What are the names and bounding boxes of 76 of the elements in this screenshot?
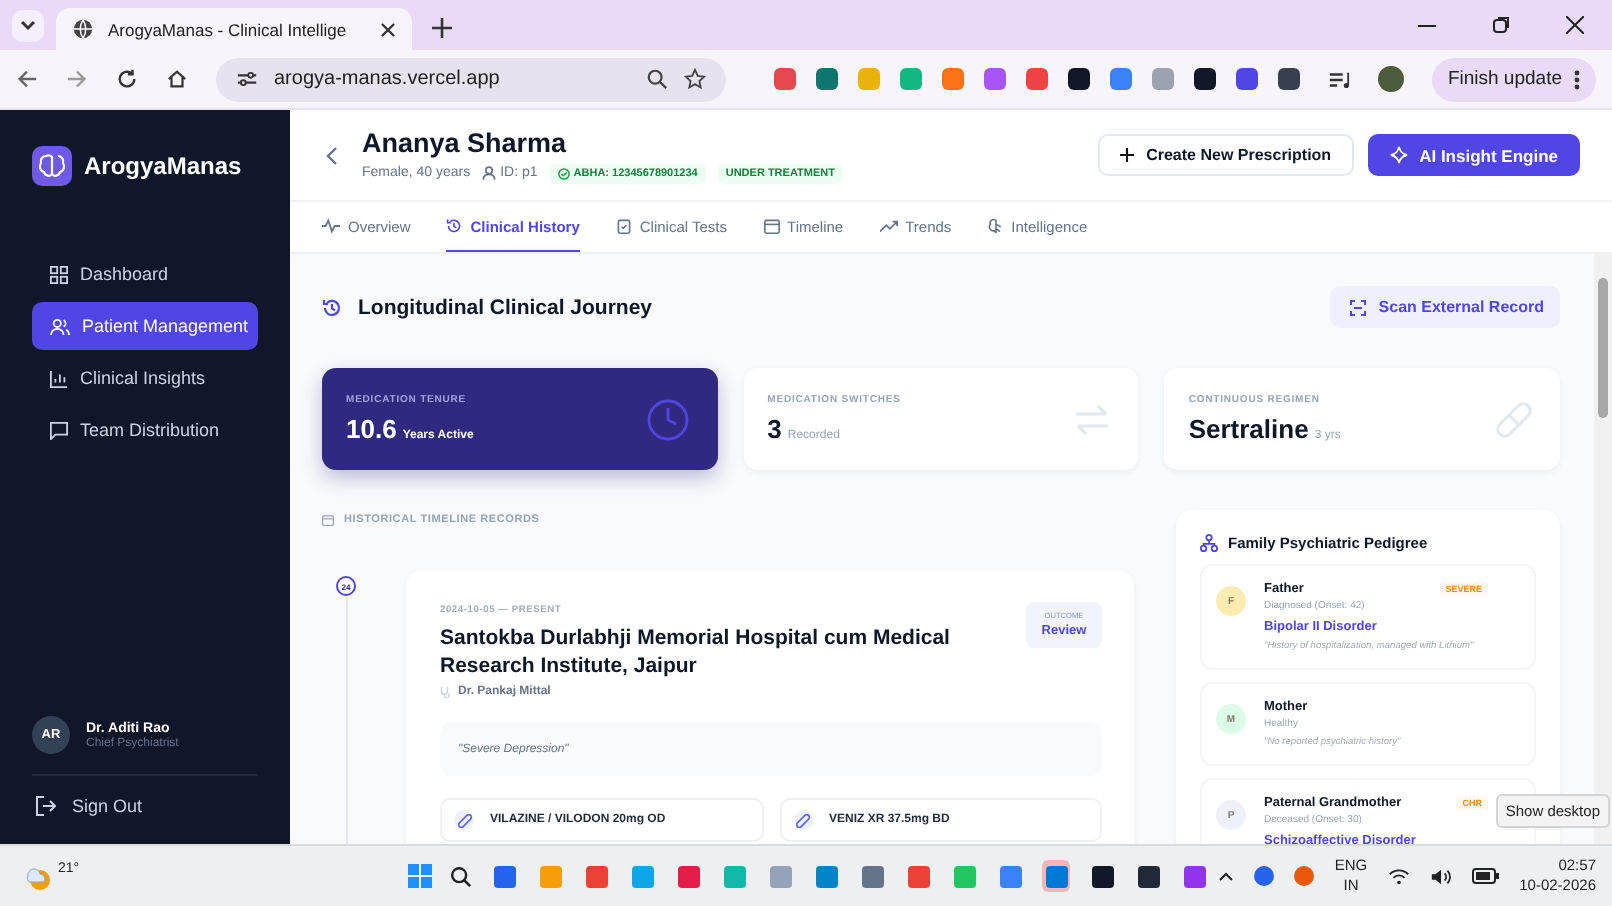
- globe-icon: [72, 18, 94, 40]
- pulse-icon: [322, 218, 340, 234]
- chart-icon: [50, 369, 68, 387]
- history-icon: [322, 297, 342, 317]
- plus-icon: [1120, 148, 1135, 162]
- pill-icon: [454, 810, 474, 830]
- finish-update-button[interactable]: Finish update: [1431, 57, 1596, 101]
- close-icon[interactable]: [380, 21, 396, 37]
- pill-icon: [793, 810, 813, 830]
- nav-item[interactable]: Clinical Insights: [32, 354, 258, 402]
- hospital-name: Santokba Durlabhji Memorial Hospital cum Medical Research Institute, Jaipur: [440, 624, 952, 680]
- nav-item[interactable]: Patient Management: [32, 302, 258, 350]
- pill-icon: [1496, 401, 1532, 437]
- taskbar-app-icon[interactable]: [1088, 860, 1116, 892]
- brand-name: ArogyaManas: [84, 152, 242, 180]
- nav-item[interactable]: Dashboard: [32, 250, 258, 298]
- volume-icon[interactable]: [1429, 867, 1452, 885]
- start-icon[interactable]: [408, 864, 432, 888]
- taskbar-app-icon[interactable]: [1134, 860, 1162, 892]
- extension-icon[interactable]: [1278, 68, 1301, 90]
- tray-app-icon[interactable]: [1254, 866, 1275, 886]
- back-icon[interactable]: [326, 145, 338, 165]
- history-icon: [446, 218, 463, 234]
- scan-record-button[interactable]: Scan External Record: [1330, 286, 1560, 328]
- brain-logo-icon: [32, 146, 72, 186]
- extension-icon[interactable]: [1194, 68, 1217, 90]
- search-icon[interactable]: [450, 865, 472, 887]
- forward-icon[interactable]: [66, 68, 88, 90]
- brain-icon: [987, 218, 1004, 234]
- reload-icon[interactable]: [116, 68, 138, 90]
- address-bar[interactable]: arogya-manas.vercel.app: [216, 57, 727, 101]
- trend-icon: [879, 219, 898, 233]
- home-icon[interactable]: [166, 68, 188, 90]
- zoom-icon[interactable]: [646, 68, 669, 90]
- media-control-icon[interactable]: [1328, 69, 1351, 89]
- grid-icon: [50, 265, 68, 283]
- check-circle-icon: [557, 167, 570, 179]
- close-icon[interactable]: [1566, 16, 1584, 34]
- tray-app-icon[interactable]: [1294, 866, 1315, 886]
- wifi-icon[interactable]: [1387, 867, 1410, 885]
- stat-value: 3: [767, 414, 782, 444]
- browser-tab[interactable]: ArogyaManas - Clinical Intellige: [56, 8, 412, 50]
- new-tab-icon[interactable]: [432, 18, 452, 38]
- calendar-icon: [322, 514, 334, 526]
- calendar-icon: [763, 218, 780, 234]
- extension-icon[interactable]: [1068, 68, 1091, 90]
- users-icon: [50, 317, 70, 335]
- sparkle-icon: [1389, 146, 1408, 164]
- bookmark-star-icon[interactable]: [684, 68, 707, 90]
- patient-name: Ananya Sharma: [362, 127, 569, 157]
- logout-icon: [36, 796, 56, 816]
- swap-arrows-icon: [1074, 403, 1111, 435]
- tab-list-button[interactable]: [12, 10, 44, 42]
- person-icon: [482, 166, 497, 180]
- stethoscope-icon: [440, 686, 452, 698]
- ai-insight-button[interactable]: AI Insight Engine: [1367, 134, 1580, 176]
- new-prescription-button[interactable]: Create New Prescription: [1098, 134, 1354, 176]
- section-title: Longitudinal Clinical Journey: [358, 295, 653, 319]
- more-icon[interactable]: [1574, 69, 1580, 89]
- nav-item[interactable]: Team Distribution: [32, 406, 258, 454]
- weather-icon: [24, 862, 56, 890]
- caret-icon: [20, 20, 36, 32]
- sign-out-link[interactable]: Sign Out: [32, 796, 258, 816]
- battery-icon[interactable]: [1471, 868, 1500, 884]
- chevron-up-icon[interactable]: [1218, 870, 1235, 882]
- profile-avatar[interactable]: [1378, 66, 1404, 92]
- back-icon[interactable]: [16, 68, 38, 90]
- clipboard-icon: [615, 218, 632, 234]
- family-tree-icon: [1200, 534, 1218, 552]
- site-settings-icon[interactable]: [236, 68, 258, 90]
- chat-icon: [50, 421, 68, 439]
- stat-value: 10.6: [346, 414, 397, 444]
- scan-icon: [1350, 299, 1367, 315]
- clock-icon: [645, 397, 690, 441]
- stat-value: Sertraline: [1188, 414, 1309, 444]
- restore-icon[interactable]: [1492, 16, 1510, 34]
